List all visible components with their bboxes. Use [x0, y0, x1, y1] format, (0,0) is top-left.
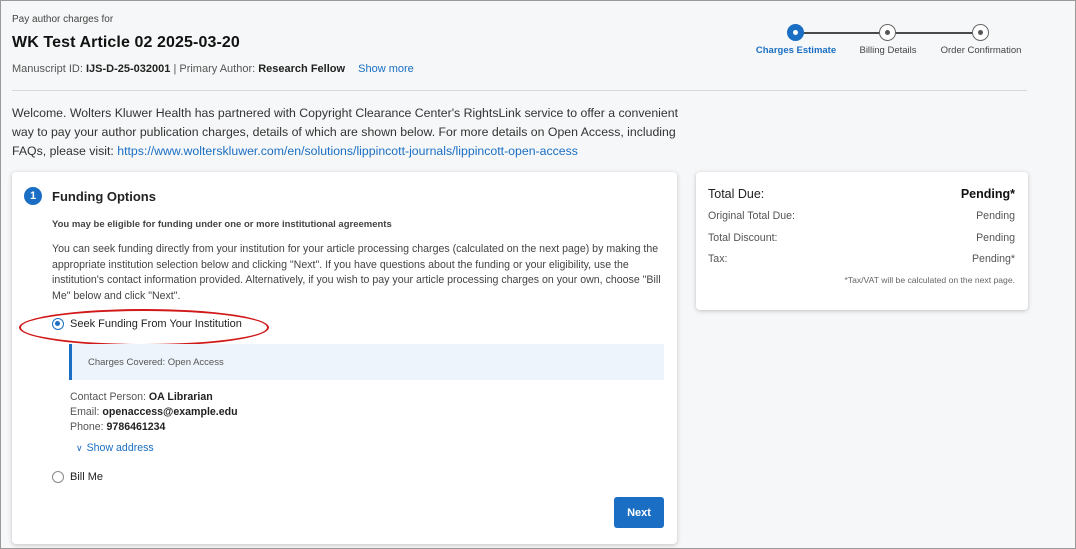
tax-value: Pending*: [971, 253, 1015, 265]
open-access-link[interactable]: https://www.wolterskluwer.com/en/solutio…: [117, 144, 578, 158]
total-discount-row: Total Discount: Pending: [708, 232, 1015, 244]
charges-covered-text: Charges Covered: Open Access: [88, 357, 224, 368]
charges-covered-box: Charges Covered: Open Access: [69, 344, 664, 380]
show-more-link[interactable]: Show more: [358, 63, 414, 75]
progress-stepper: Charges Estimate Billing Details Order C…: [745, 23, 1035, 63]
total-due-value: Pending*: [960, 187, 1015, 201]
primary-author-label: Primary Author:: [179, 63, 256, 75]
seek-funding-label[interactable]: Seek Funding From Your Institution: [70, 318, 242, 330]
step-label-charges-estimate: Charges Estimate: [755, 45, 837, 56]
contact-phone-value: 9786461234: [106, 421, 166, 433]
chevron-down-icon: ∨: [76, 443, 83, 453]
contact-person: Contact Person: OA Librarian: [70, 391, 213, 403]
step-label-order-confirmation: Order Confirmation: [940, 45, 1022, 56]
show-address-label: Show address: [86, 442, 154, 454]
bill-me-radio[interactable]: [52, 471, 64, 483]
welcome-text: Welcome. Wolters Kluwer Health has partn…: [12, 104, 692, 161]
seek-funding-radio[interactable]: [52, 318, 64, 330]
tax-row: Tax: Pending*: [708, 253, 1015, 265]
contact-email-label: Email:: [70, 406, 100, 418]
contact-email: Email: openaccess@example.edu: [70, 406, 238, 418]
contact-phone-label: Phone:: [70, 421, 104, 433]
original-total-label: Original Total Due:: [708, 210, 795, 222]
contact-person-label: Contact Person:: [70, 391, 146, 403]
manuscript-id: IJS-D-25-032001: [85, 63, 171, 75]
contact-email-value: openaccess@example.edu: [102, 406, 238, 418]
page-frame: Pay author charges for WK Test Article 0…: [0, 0, 1076, 549]
step-dot-order-confirmation: [972, 24, 989, 41]
total-due-row: Total Due: Pending*: [708, 187, 1015, 201]
page-title: WK Test Article 02 2025-03-20: [12, 34, 240, 51]
total-due-label: Total Due:: [708, 187, 765, 201]
contact-person-value: OA Librarian: [148, 391, 213, 403]
tax-note: *Tax/VAT will be calculated on the next …: [844, 275, 1015, 285]
step-dot-charges-estimate: [787, 24, 804, 41]
contact-phone: Phone: 9786461234: [70, 421, 165, 433]
show-address-toggle[interactable]: ∨ Show address: [76, 442, 154, 454]
total-discount-value: Pending: [976, 232, 1015, 244]
funding-options-title: Funding Options: [52, 189, 156, 204]
total-discount-label: Total Discount:: [708, 232, 778, 244]
funding-eligibility-note: You may be eligible for funding under on…: [52, 219, 392, 230]
original-total-value: Pending: [976, 210, 1015, 222]
step-number-badge: 1: [24, 187, 42, 205]
order-summary-card: Total Due: Pending* Original Total Due: …: [696, 172, 1028, 310]
header-divider: [12, 90, 1027, 91]
meta-separator: |: [173, 63, 177, 75]
manuscript-meta: Manuscript ID: IJS-D-25-032001 | Primary…: [12, 63, 414, 75]
primary-author: Research Fellow: [258, 63, 346, 75]
manuscript-id-label: Manuscript ID:: [12, 63, 83, 75]
original-total-row: Original Total Due: Pending: [708, 210, 1015, 222]
tax-label: Tax:: [708, 253, 728, 265]
page-subtitle: Pay author charges for: [12, 14, 114, 25]
step-label-billing-details: Billing Details: [859, 45, 917, 56]
step-dot-billing-details: [879, 24, 896, 41]
bill-me-label[interactable]: Bill Me: [70, 471, 103, 483]
funding-options-card: 1 Funding Options You may be eligible fo…: [12, 172, 677, 544]
next-button[interactable]: Next: [614, 497, 664, 528]
stepper-connector: [796, 32, 888, 34]
stepper-connector: [895, 32, 980, 34]
funding-description: You can seek funding directly from your …: [52, 243, 661, 302]
